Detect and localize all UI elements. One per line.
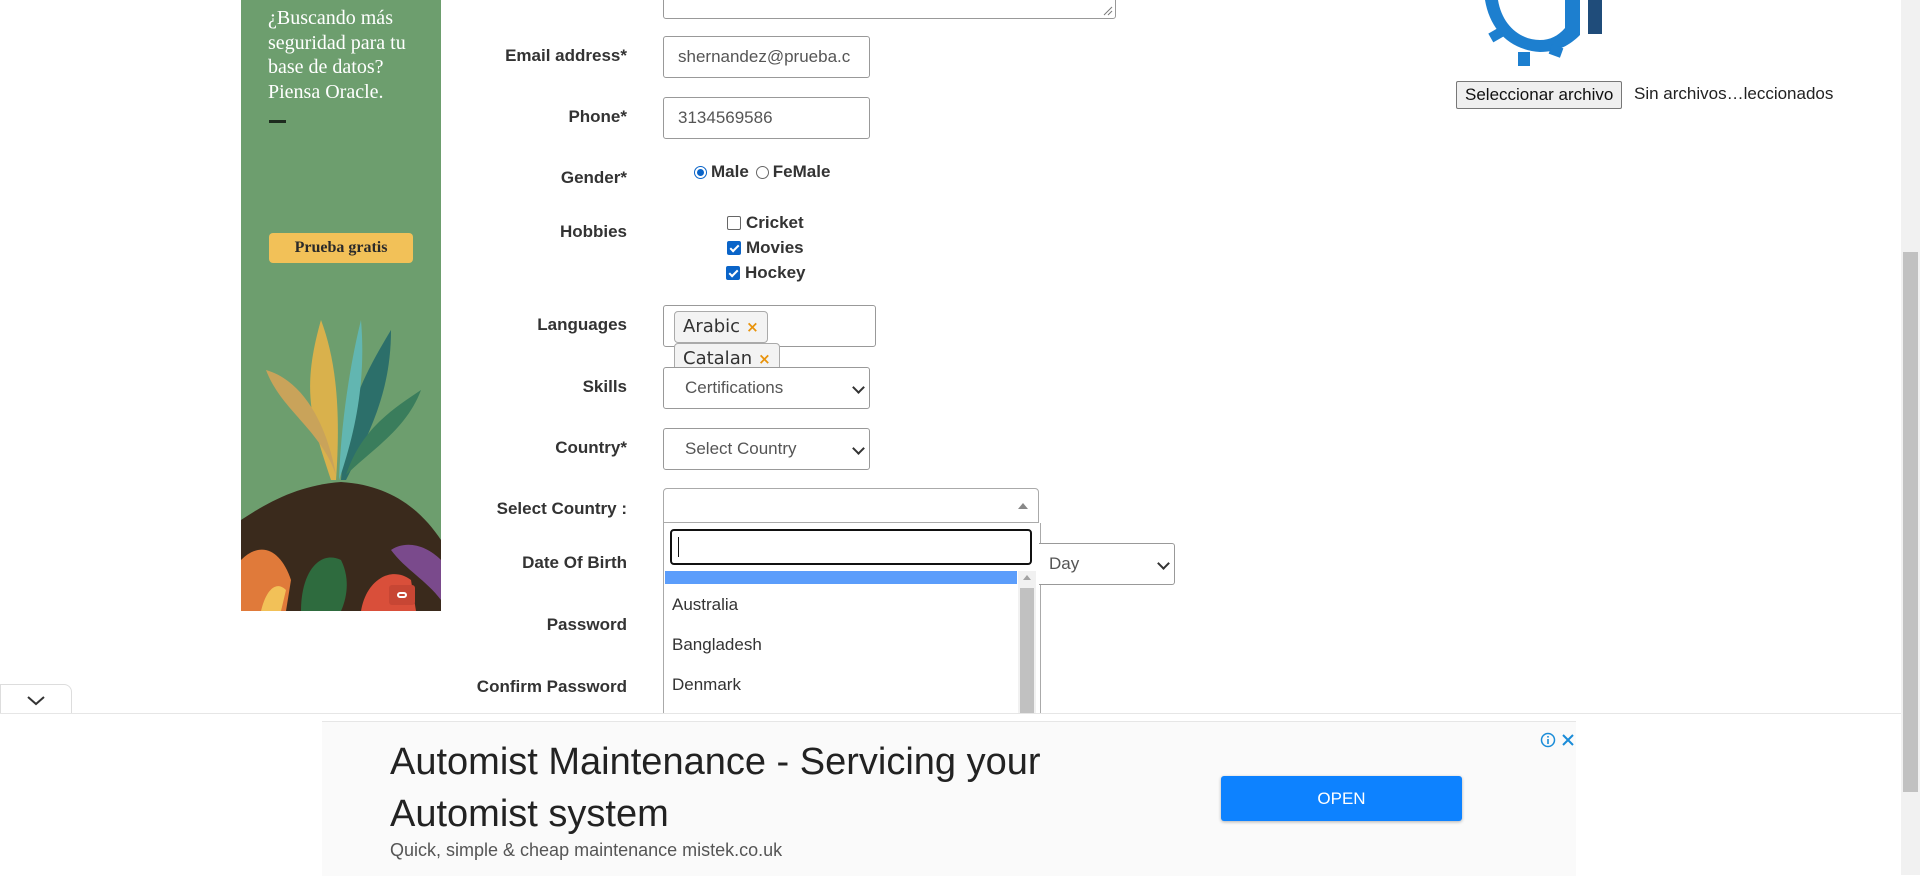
resize-handle-icon	[1103, 6, 1113, 16]
gender-female-label: FeMale	[772, 162, 831, 181]
caret-up-icon	[1018, 503, 1028, 509]
email-label: Email address*	[505, 46, 627, 65]
password-label: Password	[546, 615, 627, 634]
collapse-ad-tab[interactable]	[0, 684, 72, 714]
ad-divider-line	[0, 713, 1901, 714]
hobby-hockey: Hockey	[726, 263, 805, 283]
dropdown-option-highlighted[interactable]	[665, 571, 1017, 584]
phone-label: Phone*	[568, 107, 627, 126]
ad-illustration	[241, 320, 441, 611]
text-cursor	[678, 537, 679, 557]
ad-close-icon[interactable]	[1560, 732, 1576, 748]
oracle-logo	[389, 585, 415, 605]
language-tag-label: Catalan	[683, 348, 753, 369]
gender-male-radio[interactable]	[694, 165, 707, 179]
cricket-label: Cricket	[746, 213, 804, 232]
hobby-cricket: Cricket	[727, 213, 804, 233]
chevron-down-icon	[852, 442, 865, 455]
address-textarea[interactable]	[663, 0, 1116, 19]
remove-tag-icon[interactable]: ×	[758, 350, 771, 368]
bottom-ad-title: Automist Maintenance - Servicing your Au…	[390, 741, 1041, 835]
bottom-ad-banner[interactable]: Automist Maintenance - Servicing your Au…	[322, 721, 1576, 876]
select-country-label: Select Country :	[496, 499, 627, 518]
scroll-up-icon	[1023, 575, 1031, 580]
dob-day-select[interactable]: Day	[1039, 543, 1175, 585]
dropdown-option-bangladesh[interactable]: Bangladesh	[672, 635, 762, 655]
gender-male-label: Male	[711, 162, 749, 181]
page-scroll-thumb[interactable]	[1903, 252, 1918, 792]
chevron-down-icon	[852, 381, 865, 394]
dob-label: Date Of Birth	[522, 553, 627, 572]
chevron-down-icon	[27, 696, 45, 706]
gender-label: Gender*	[560, 168, 627, 187]
skills-label: Skills	[582, 377, 627, 396]
chevron-down-icon	[1157, 557, 1170, 570]
skills-value: Certifications	[685, 378, 784, 397]
country-select[interactable]: Select Country	[663, 428, 870, 470]
ad-open-button[interactable]: OPEN	[1221, 776, 1462, 821]
country-dropdown: Australia Bangladesh Denmark	[663, 523, 1041, 714]
hobbies-label: Hobbies	[559, 222, 627, 241]
gear-logo-icon	[1485, 0, 1602, 66]
ad-divider	[269, 120, 286, 123]
cricket-checkbox[interactable]	[727, 216, 741, 230]
ad-info-icon[interactable]	[1540, 732, 1556, 748]
language-tag-label: Arabic	[683, 316, 741, 337]
gender-options: Male FeMale	[694, 162, 830, 182]
movies-label: Movies	[746, 238, 804, 257]
phone-field[interactable]: 3134569586	[663, 97, 870, 139]
oracle-ad-banner[interactable]: ¿Buscando más seguridad para tu base de …	[241, 0, 441, 611]
select-country-combobox[interactable]	[663, 488, 1039, 523]
languages-multiselect[interactable]: Arabic × Catalan ×	[663, 305, 876, 375]
file-status-text: Sin archivos…leccionados	[1634, 84, 1834, 103]
dropdown-option-denmark[interactable]: Denmark	[672, 675, 741, 695]
country-label: Country*	[555, 438, 627, 457]
hobby-movies: Movies	[727, 238, 804, 258]
ad-cta-button[interactable]: Prueba gratis	[269, 233, 413, 263]
ad-headline: ¿Buscando más seguridad para tu base de …	[268, 7, 406, 103]
gender-female-radio[interactable]	[755, 165, 769, 179]
hockey-label: Hockey	[745, 263, 806, 282]
dropdown-option-australia[interactable]: Australia	[672, 595, 738, 615]
languages-label: Languages	[537, 315, 627, 334]
email-field[interactable]: shernandez@prueba.c	[663, 36, 870, 78]
dropdown-scroll-thumb[interactable]	[1020, 588, 1034, 713]
dob-day-value: Day	[1049, 554, 1080, 573]
hockey-checkbox[interactable]	[726, 266, 740, 280]
country-search-input[interactable]	[670, 529, 1032, 565]
choose-file-button[interactable]: Seleccionar archivo	[1456, 81, 1623, 109]
skills-select[interactable]: Certifications	[663, 367, 870, 409]
bottom-ad-subtitle: Quick, simple & cheap maintenance mistek…	[390, 840, 783, 860]
movies-checkbox[interactable]	[727, 241, 741, 255]
remove-tag-icon[interactable]: ×	[746, 318, 759, 336]
confirm-password-label: Confirm Password	[476, 677, 627, 696]
language-tag: Arabic ×	[674, 311, 768, 343]
country-value: Select Country	[685, 439, 797, 458]
dropdown-scrollbar[interactable]	[1018, 571, 1036, 713]
